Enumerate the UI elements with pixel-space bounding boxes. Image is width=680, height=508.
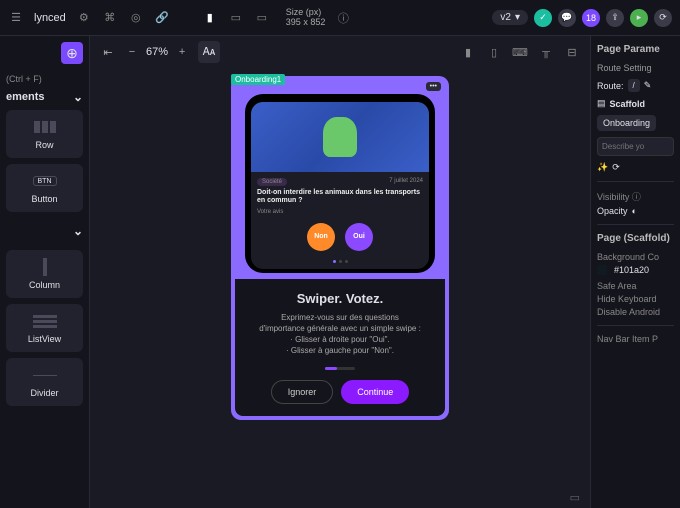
share-icon[interactable]: ⇪ xyxy=(606,9,624,27)
widget-row[interactable]: Row xyxy=(6,110,83,158)
page-params-header: Page Parame xyxy=(597,44,674,55)
edit-icon[interactable]: ✎ xyxy=(644,80,652,91)
canvas-footer-icon[interactable]: ▭ xyxy=(90,487,590,508)
settings-icon[interactable]: ⚙ xyxy=(76,10,92,26)
opacity-label: Opacity xyxy=(597,206,628,216)
card-subtitle: Votre avis xyxy=(257,209,423,215)
phone-mockup: Société 7 juillet 2024 Doit-on interdire… xyxy=(245,94,435,273)
debug-icon[interactable]: ⟳ xyxy=(654,9,672,27)
status-check-icon[interactable]: ✓ xyxy=(534,9,552,27)
device-desktop-icon[interactable]: ▭ xyxy=(254,10,270,26)
visibility-label: Visibility ⓘ xyxy=(597,190,674,203)
chevron-down-icon[interactable]: ⌄ xyxy=(73,224,83,238)
disable-android-label[interactable]: Disable Android xyxy=(597,307,674,317)
opacity-toggle[interactable]: ◐ xyxy=(632,206,637,216)
zoom-out-button[interactable]: − xyxy=(124,44,140,60)
onboarding-progress xyxy=(325,367,355,370)
card-title: Doit-on interdire les animaux dans les t… xyxy=(257,189,423,206)
scaffold-name-chip[interactable]: Onboarding xyxy=(597,115,656,131)
vote-yes-button[interactable]: Oui xyxy=(345,223,373,251)
search-shortcut: (Ctrl + F) xyxy=(6,74,83,84)
scaffold-icon: ▤ xyxy=(597,98,606,109)
color-swatch xyxy=(597,265,607,275)
version-selector[interactable]: v2 ▾ xyxy=(492,10,528,25)
hide-keyboard-label[interactable]: Hide Keyboard xyxy=(597,294,674,304)
comment-icon[interactable]: 💬 xyxy=(558,9,576,27)
device-tablet-icon[interactable]: ▭ xyxy=(228,10,244,26)
play-icon[interactable]: ▸ xyxy=(630,9,648,27)
continue-button[interactable]: Continue xyxy=(341,380,409,404)
design-canvas[interactable]: Onboarding1 ••• Société 7 juillet 2024 D… xyxy=(90,68,590,487)
ignore-button[interactable]: Ignorer xyxy=(271,380,334,404)
scaffold-label: Scaffold xyxy=(610,99,646,109)
device-mobile-icon[interactable]: ▮ xyxy=(202,10,218,26)
onboarding-text: Exprimez-vous sur des questions d'import… xyxy=(249,312,431,357)
route-settings-header: Route Setting xyxy=(597,63,674,73)
widget-divider[interactable]: Divider xyxy=(6,358,83,406)
background-color-field[interactable]: #101a20 xyxy=(597,265,674,275)
zoom-level: 67% xyxy=(146,46,168,58)
properties-panel: Page Parame Route Setting Route: / ✎ ▤ S… xyxy=(590,36,680,508)
route-label: Route: xyxy=(597,81,624,91)
nav-bar-label: Nav Bar Item P xyxy=(597,334,674,344)
widget-column[interactable]: Column xyxy=(6,250,83,298)
target-icon[interactable]: ◎ xyxy=(128,10,144,26)
notification-badge[interactable]: 18 xyxy=(582,9,600,27)
refresh-icon[interactable]: ⟳ xyxy=(612,162,620,173)
zoom-in-button[interactable]: + xyxy=(174,44,190,60)
card-image xyxy=(251,102,429,172)
palette-section-title: ements xyxy=(6,91,45,103)
route-value[interactable]: / xyxy=(628,79,640,92)
info-icon[interactable]: ⓘ xyxy=(335,10,351,26)
widget-palette: ⊕ (Ctrl + F) ements ⌄ Row BTN Button ⌄ C… xyxy=(0,36,90,508)
canvas-size-label: Size (px) 395 x 852 xyxy=(286,8,326,28)
project-name: lynced xyxy=(34,12,66,24)
card-category-chip: Société xyxy=(257,178,287,186)
add-widget-button[interactable]: ⊕ xyxy=(61,42,83,64)
device-frame[interactable]: Onboarding1 ••• Société 7 juillet 2024 D… xyxy=(231,76,449,420)
card-date: 7 juillet 2024 xyxy=(389,178,423,186)
vote-no-button[interactable]: Non xyxy=(307,223,335,251)
background-label: Background Co xyxy=(597,252,674,262)
chevron-down-icon[interactable]: ⌄ xyxy=(73,90,83,104)
layout-icon[interactable]: ╥ xyxy=(538,44,554,60)
widget-button[interactable]: BTN Button xyxy=(6,164,83,212)
safe-area-label[interactable]: Safe Area xyxy=(597,281,674,291)
onboarding-title: Swiper. Votez. xyxy=(249,291,431,306)
translate-tool-icon[interactable]: 🗛 xyxy=(198,41,220,63)
tablet-preview-icon[interactable]: ▯ xyxy=(486,44,502,60)
widget-listview[interactable]: ListView xyxy=(6,304,83,352)
keyboard-icon[interactable]: ⌨ xyxy=(512,44,528,60)
magic-icon[interactable]: ✨ xyxy=(597,162,608,173)
command-icon[interactable]: ⌘ xyxy=(102,10,118,26)
onboarding-panel: Swiper. Votez. Exprimez-vous sur des que… xyxy=(235,279,445,416)
menu-icon[interactable]: ☰ xyxy=(8,10,24,26)
describe-input[interactable] xyxy=(597,137,674,156)
page-scaffold-header: Page (Scaffold) xyxy=(597,233,674,244)
phone-preview-icon[interactable]: ▮ xyxy=(460,44,476,60)
screen-tag: Onboarding1 xyxy=(231,74,285,85)
tree-icon[interactable]: ⊟ xyxy=(564,44,580,60)
device-menu-icon[interactable]: ••• xyxy=(426,82,441,91)
pagination-dots xyxy=(257,260,423,263)
link-icon[interactable]: 🔗 xyxy=(154,10,170,26)
sidebar-collapse-icon[interactable]: ⇤ xyxy=(100,44,116,60)
